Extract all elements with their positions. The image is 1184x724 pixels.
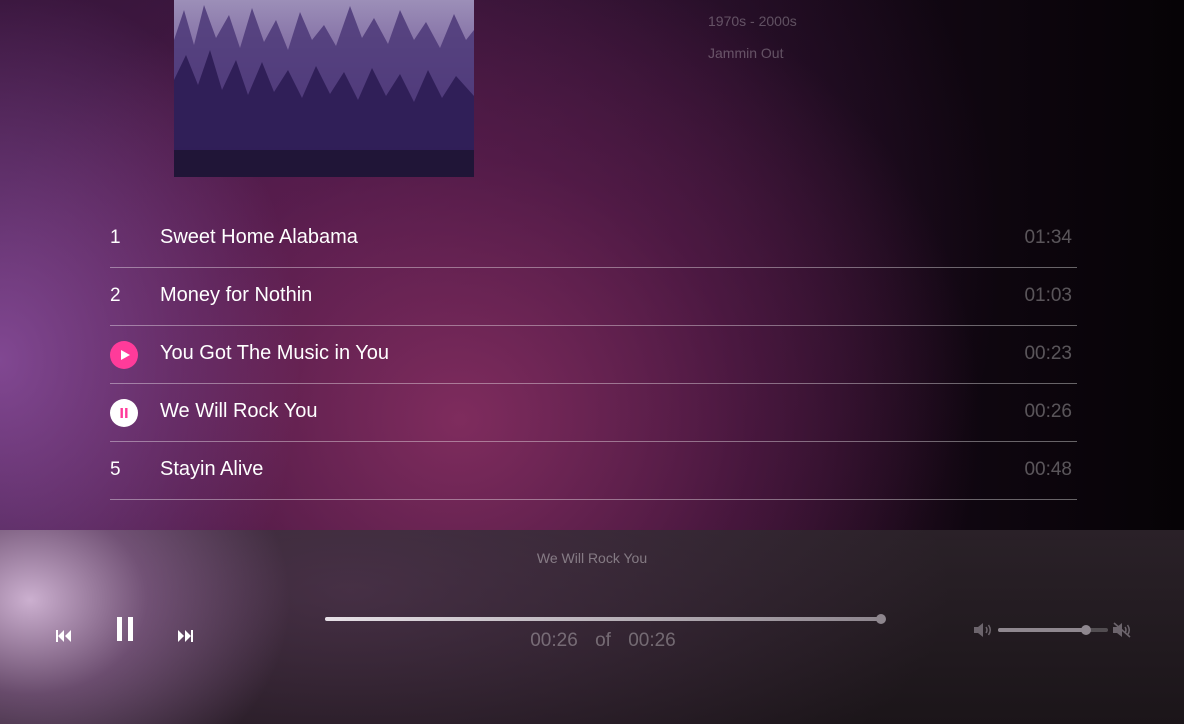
track-number: 5	[110, 459, 121, 480]
track-number: 1	[110, 227, 121, 248]
track-title: Money for Nothin	[160, 284, 313, 306]
track-duration: 01:34	[1024, 227, 1072, 248]
skip-back-icon	[56, 630, 71, 642]
track-duration: 00:48	[1024, 459, 1072, 480]
progress-fill	[325, 617, 881, 621]
track-title: Sweet Home Alabama	[160, 226, 358, 248]
now-playing-title: We Will Rock You	[536, 550, 648, 566]
track-row[interactable]: 1 Sweet Home Alabama 01:34	[110, 210, 1077, 268]
track-title: Stayin Alive	[160, 458, 264, 480]
volume-button[interactable]	[973, 622, 993, 642]
playlist-name: Jammin Out	[708, 45, 784, 61]
track-row[interactable]: 2 Money for Nothin 01:03	[110, 268, 1077, 326]
next-button[interactable]	[177, 627, 193, 646]
pause-icon	[117, 617, 133, 641]
volume-fill	[998, 628, 1086, 632]
previous-button[interactable]	[56, 627, 72, 646]
pause-icon	[120, 408, 128, 418]
player-bar: We Will Rock You 00:26 of 00:26	[0, 530, 1184, 724]
total-time: 00:26	[628, 630, 676, 651]
track-row[interactable]: We Will Rock You 00:26	[110, 384, 1077, 442]
mute-button[interactable]	[1112, 622, 1132, 642]
volume-slider[interactable]	[998, 625, 1108, 635]
track-title: You Got The Music in You	[160, 342, 390, 364]
time-separator: of	[595, 630, 611, 651]
mute-icon	[1113, 622, 1131, 638]
track-play-button[interactable]	[110, 341, 138, 369]
current-time: 00:26	[530, 630, 578, 651]
time-readout: 00:26 of 00:26	[325, 630, 881, 652]
volume-handle[interactable]	[1081, 625, 1091, 635]
track-list: 1 Sweet Home Alabama 01:34 2 Money for N…	[110, 210, 1077, 500]
track-duration: 00:23	[1024, 343, 1072, 364]
track-pause-button[interactable]	[110, 399, 138, 427]
volume-icon	[974, 623, 991, 637]
progress-handle[interactable]	[876, 614, 886, 624]
track-row[interactable]: 5 Stayin Alive 00:48	[110, 442, 1077, 500]
track-row[interactable]: You Got The Music in You 00:23	[110, 326, 1077, 384]
track-duration: 00:26	[1024, 401, 1072, 422]
progress-slider[interactable]	[325, 614, 886, 624]
track-duration: 01:03	[1024, 285, 1072, 306]
pause-button[interactable]	[116, 617, 134, 645]
track-number: 2	[110, 285, 121, 306]
skip-forward-icon	[178, 630, 193, 642]
album-art	[174, 0, 474, 177]
play-icon	[121, 350, 130, 360]
track-title: We Will Rock You	[160, 400, 318, 422]
playlist-era: 1970s - 2000s	[708, 13, 797, 29]
